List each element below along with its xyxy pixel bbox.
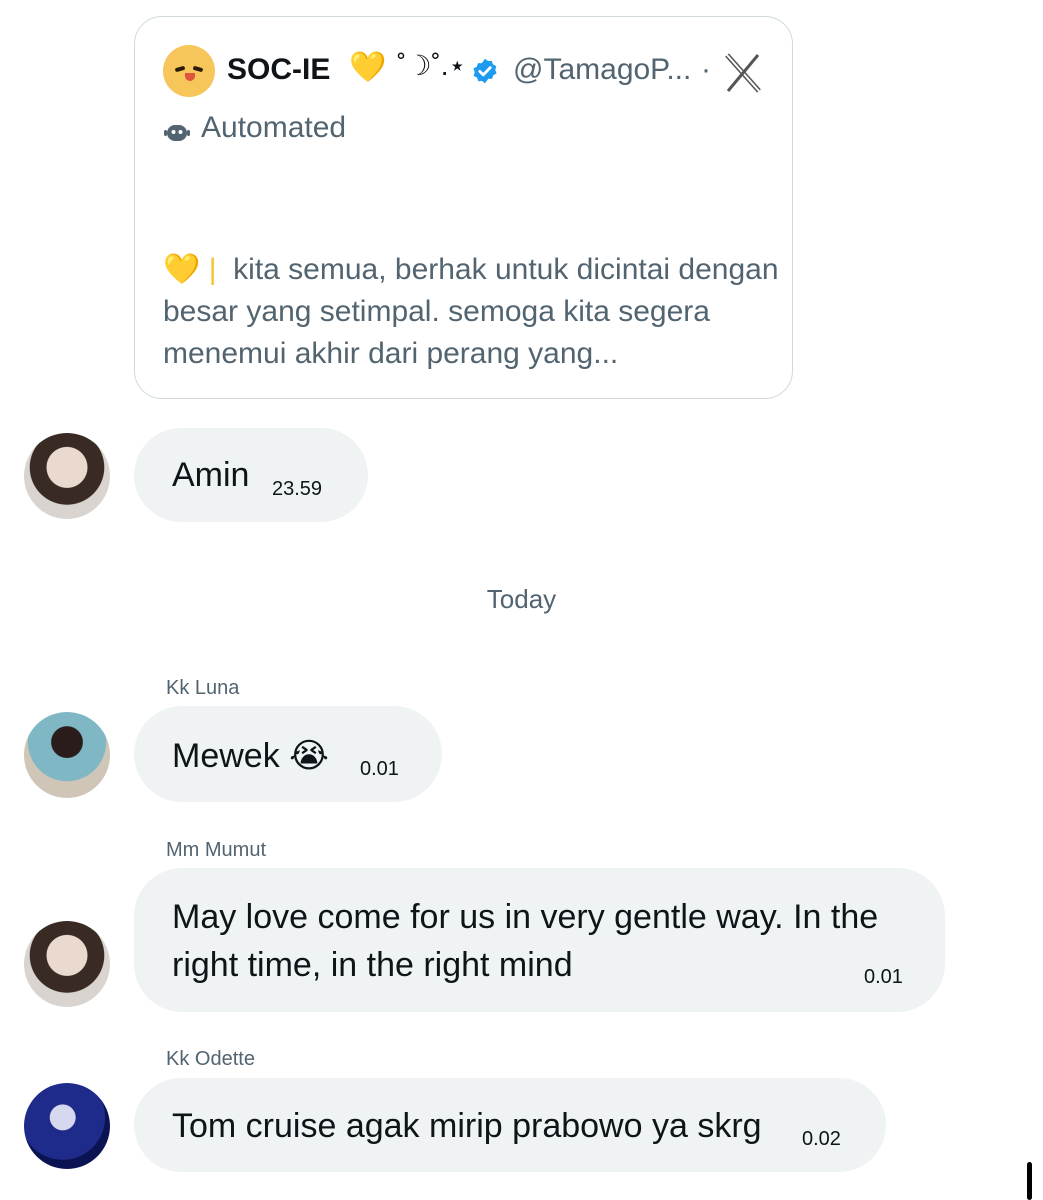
sender-name: Kk Luna (166, 677, 240, 699)
sender-name: Kk Odette (166, 1048, 255, 1070)
post-prefix: 💛 | (163, 253, 217, 286)
message-text-line-2: right time, in the right mind (172, 946, 573, 984)
meta-separator: · (701, 53, 711, 86)
message-bubble[interactable]: Tom cruise agak mirip prabowo ya skrg 0.… (134, 1078, 886, 1172)
robot-icon (164, 125, 190, 141)
message-bubble[interactable]: Mewek 😭 0.01 (134, 706, 442, 802)
message-time: 0.01 (360, 758, 399, 780)
message-text: Amin (172, 456, 250, 494)
verified-badge-icon (473, 58, 497, 84)
post-body: kita semua, berhak untuk dicintai dengan… (163, 253, 779, 370)
tamago-avatar-icon[interactable] (163, 45, 215, 97)
name-decoration: ˚☽˚.⋆ (397, 50, 467, 81)
author-display-name[interactable]: SOC-IE (227, 53, 330, 87)
message-text-line-1: May love come for us in very gentle way.… (172, 898, 879, 936)
avatar[interactable] (24, 1083, 110, 1169)
avatar[interactable] (24, 921, 110, 1007)
automated-label: Automated (201, 111, 347, 144)
x-logo-icon[interactable] (721, 51, 765, 95)
day-separator: Today (486, 584, 557, 614)
quoted-post-text: 💛 | kita semua, berhak untuk dicintai de… (163, 249, 783, 375)
sender-name: Mm Mumut (166, 839, 266, 861)
message-text: Mewek 😭 (172, 737, 329, 775)
scrollbar[interactable] (1027, 1162, 1032, 1200)
avatar[interactable] (24, 433, 110, 519)
message-time: 0.01 (864, 966, 903, 988)
avatar[interactable] (24, 712, 110, 798)
message-time: 0.02 (802, 1128, 841, 1150)
author-handle[interactable]: @TamagoP... (513, 53, 691, 87)
message-text: Tom cruise agak mirip prabowo ya skrg (172, 1107, 762, 1145)
message-bubble[interactable]: Amin 23.59 (134, 428, 368, 522)
message-time: 23.59 (272, 478, 323, 500)
message-bubble[interactable]: May love come for us in very gentle way.… (134, 868, 945, 1012)
quoted-post-card[interactable]: SOC-IE 💛 ˚☽˚.⋆ @TamagoP... · Automated 💛… (134, 16, 793, 399)
yellow-heart-icon: 💛 (349, 51, 387, 84)
